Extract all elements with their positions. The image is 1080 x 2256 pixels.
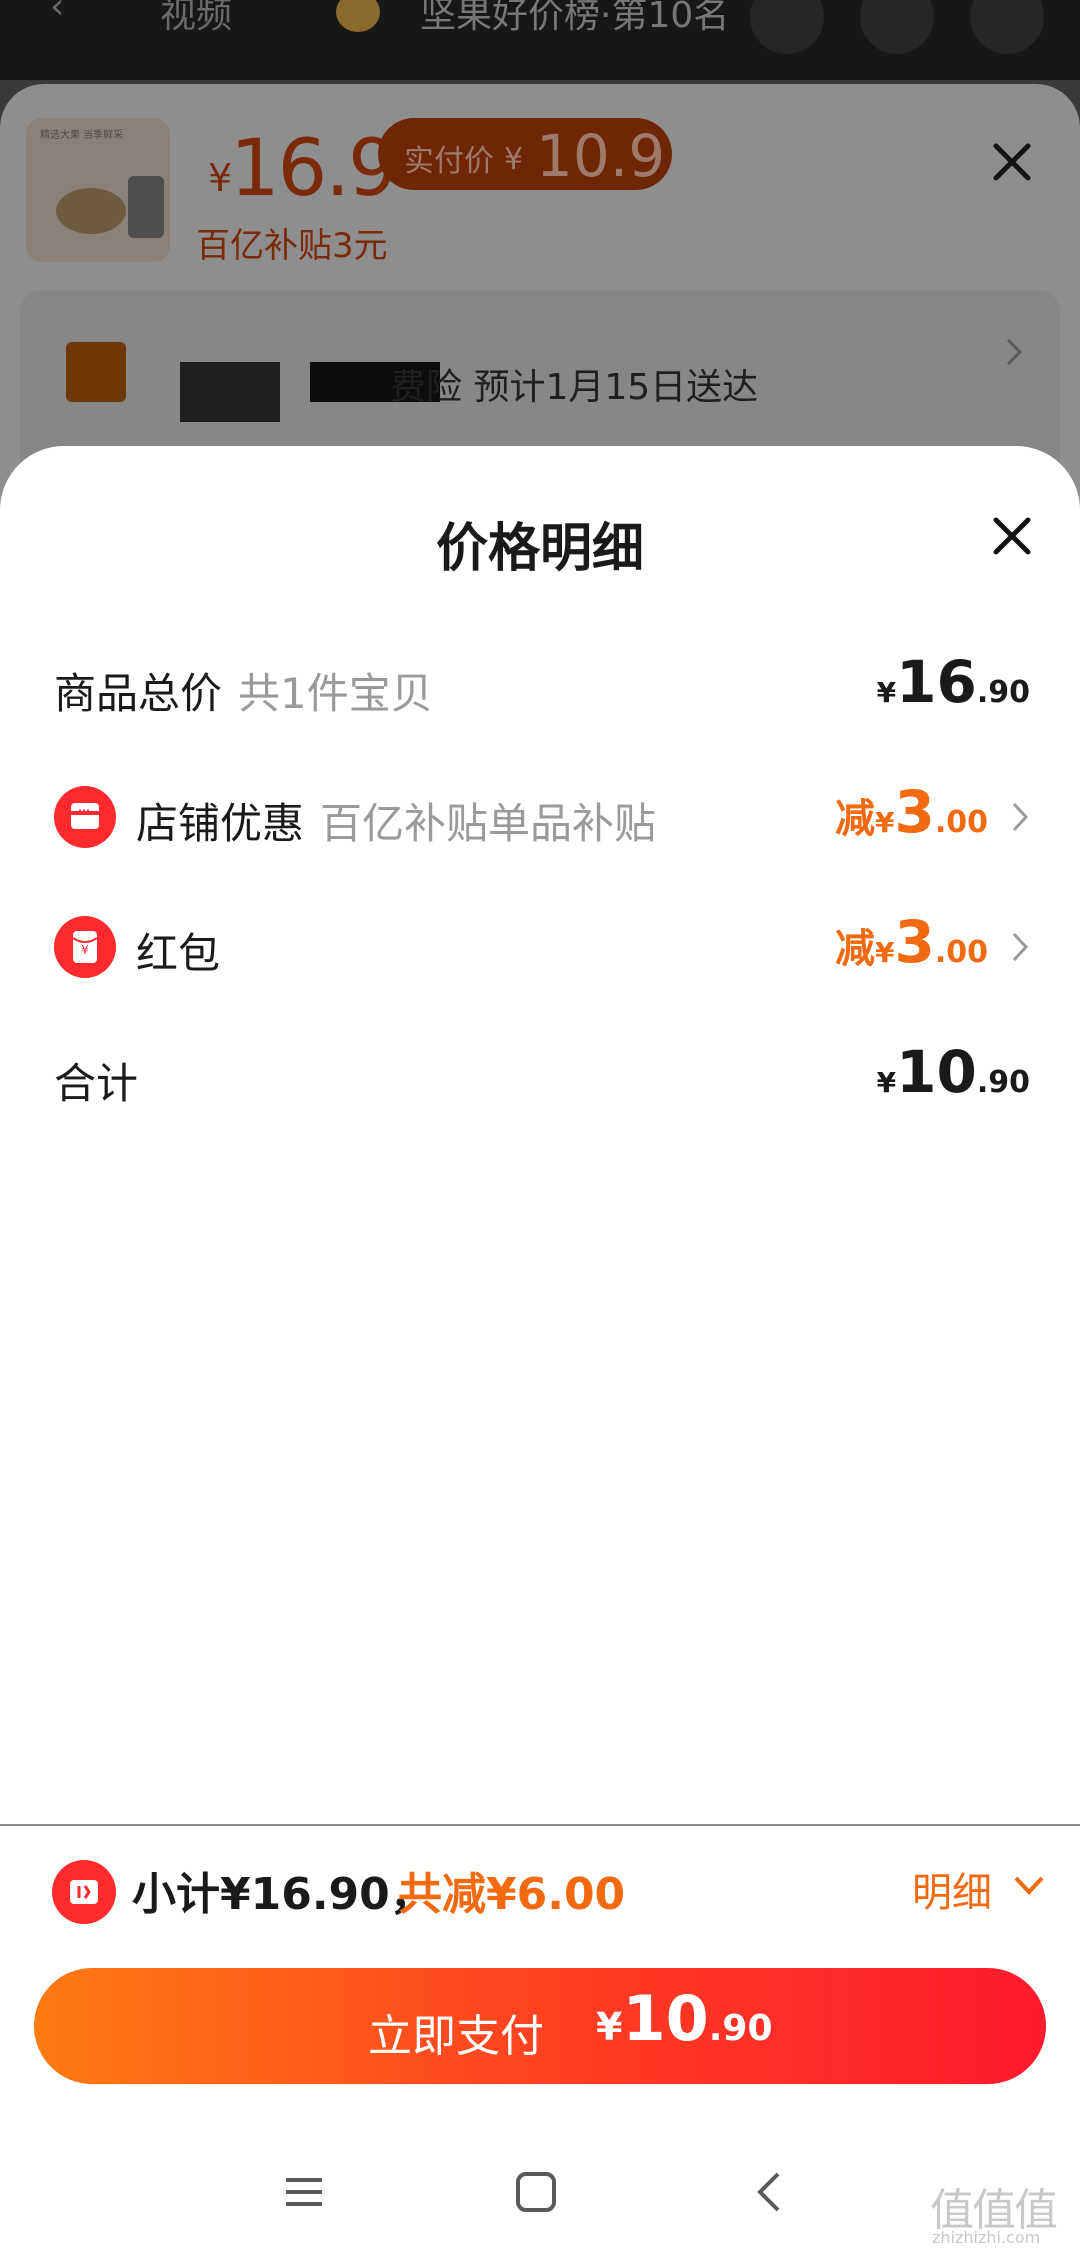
pay-button-amount: ¥10.90 (596, 1982, 773, 2055)
rank-text[interactable]: 坚果好价榜·第10名 (420, 0, 729, 38)
row-label: 商品总价 共1件宝贝 (54, 660, 433, 721)
price-currency: ¥ (208, 156, 233, 200)
row-grand-total: 合计 ¥10.90 (0, 1036, 1080, 1126)
amount-decimal: .90 (976, 675, 1030, 710)
amount-decimal: .00 (934, 935, 988, 970)
thumbnail-caption: 精选大果 当季鲜采 (40, 130, 124, 141)
real-pay-badge: 实付价 ¥ 10.9 (378, 118, 672, 190)
system-nav-bar (0, 2160, 1080, 2256)
pay-now-button[interactable]: 立即支付 ¥10.90 (34, 1968, 1046, 2084)
redacted-block (66, 342, 126, 402)
amount-decimal: .90 (976, 1065, 1030, 1100)
close-icon[interactable] (990, 514, 1034, 558)
close-icon[interactable] (990, 140, 1034, 184)
row-red-packet[interactable]: ¥ 红包 减¥3.00 (0, 906, 1080, 996)
top-app-bar: ‹ 视频 坚果好价榜·第10名 (0, 0, 1080, 80)
row-subtitle: 百亿补贴单品补贴 (320, 799, 657, 848)
saved-text: 共减¥6.00 (398, 1869, 626, 1920)
watermark-domain: zhizhizhi.com (932, 2228, 1041, 2247)
nuts-image (56, 188, 126, 234)
currency: ¥ (875, 936, 895, 969)
svg-text:¥: ¥ (81, 943, 89, 957)
row-goods-total: 商品总价 共1件宝贝 ¥16.90 (0, 646, 1080, 736)
detail-toggle[interactable]: 明细 (912, 1860, 992, 1918)
minus-prefix: 减 (835, 796, 875, 842)
row-shop-discount[interactable]: 店铺优惠 百亿补贴单品补贴 减¥3.00 (0, 776, 1080, 866)
jar-image (128, 176, 164, 238)
subsidy-text: 百亿补贴3元 (196, 226, 388, 266)
shipping-text: 费险 预计1月15日送达 (390, 367, 759, 408)
row-title: 商品总价 (54, 669, 223, 718)
video-tab[interactable]: 视频 (160, 0, 232, 38)
row-amount: 减¥3.00 (835, 778, 988, 846)
pay-button-label: 立即支付 (368, 2011, 544, 2062)
back-icon[interactable]: ‹ (50, 0, 64, 27)
amount-integer: 10 (622, 1982, 709, 2055)
row-label: 合计 (54, 1050, 138, 1111)
amount-integer: 10 (896, 1038, 977, 1106)
row-title: 店铺优惠 (136, 799, 305, 848)
chevron-right-icon (1012, 802, 1029, 832)
redacted-block (180, 362, 280, 422)
more-icon[interactable] (970, 0, 1044, 54)
amount-decimal: .90 (708, 2008, 773, 2049)
real-pay-label: 实付价 (404, 144, 494, 179)
row-label: 红包 (136, 920, 220, 981)
currency: ¥ (596, 2005, 623, 2049)
cart-icon[interactable] (860, 0, 934, 54)
row-title: 红包 (136, 929, 221, 978)
minus-prefix: 减 (835, 926, 875, 972)
amount-integer: 3 (894, 778, 935, 846)
chevron-right-icon (1006, 338, 1023, 366)
home-icon[interactable] (514, 2170, 558, 2214)
recent-apps-icon[interactable] (284, 2172, 324, 2212)
coupon-icon (52, 1860, 116, 1924)
row-amount: ¥10.90 (877, 1038, 1030, 1106)
real-pay-value: 10.9 (536, 122, 666, 190)
currency: ¥ (876, 1066, 897, 1099)
shop-icon (54, 786, 116, 848)
subtotal-text: 小计¥16.90， (132, 1869, 434, 1920)
currency: ¥ (875, 806, 895, 839)
red-packet-icon: ¥ (54, 916, 116, 978)
product-thumbnail: 精选大果 当季鲜采 (26, 118, 170, 262)
row-subtitle: 共1件宝贝 (238, 669, 433, 718)
sheet-title: 价格明细 (435, 519, 644, 579)
back-nav-icon[interactable] (752, 2170, 784, 2214)
row-amount: 减¥3.00 (835, 908, 988, 976)
currency: ¥ (876, 676, 897, 709)
row-title: 合计 (54, 1059, 139, 1108)
chevron-down-icon[interactable] (1012, 1872, 1046, 1900)
row-label: 店铺优惠 百亿补贴单品补贴 (136, 790, 656, 851)
row-amount: ¥16.90 (877, 648, 1030, 716)
product-price: 16.9 (230, 124, 398, 214)
rank-badge-icon (336, 0, 380, 32)
amount-integer: 3 (894, 908, 935, 976)
share-icon[interactable] (750, 0, 824, 54)
real-pay-currency: ¥ (504, 142, 524, 177)
amount-integer: 16 (896, 648, 977, 716)
chevron-right-icon (1012, 932, 1029, 962)
amount-decimal: .00 (934, 805, 988, 840)
